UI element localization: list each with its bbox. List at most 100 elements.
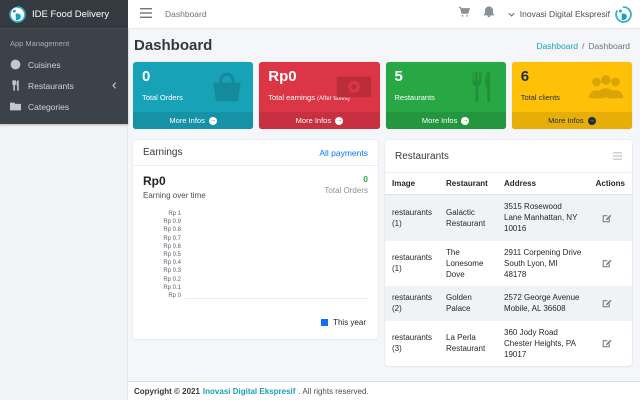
restaurants-panel: Restaurants Image Restaurant: [385, 140, 632, 366]
navbar-right: Inovasi Digital Ekspresif: [458, 5, 632, 23]
y-tick: Rp 0.2: [143, 276, 181, 284]
more-infos-label: More Infos: [169, 116, 204, 125]
sidebar-item-label: Restaurants: [28, 81, 74, 91]
column-header: Address: [497, 173, 589, 195]
breadcrumb: Dashboard / Dashboard: [536, 41, 630, 51]
y-tick: Rp 0.1: [143, 284, 181, 292]
edit-row-button[interactable]: [596, 338, 625, 348]
cell-actions: [589, 286, 632, 320]
column-header: Restaurant: [439, 173, 497, 195]
sidebar-item-restaurants[interactable]: Restaurants: [8, 75, 120, 96]
y-tick: Rp 0.8: [143, 226, 181, 234]
cart-button[interactable]: [458, 5, 470, 23]
chevron-left-icon: [111, 82, 118, 89]
legend-swatch: [321, 319, 328, 326]
cell-actions: [589, 195, 632, 241]
earnings-body: Rp0 Earning over time 0 Total Orders Rp …: [133, 166, 378, 339]
chevron-down-icon: [508, 11, 515, 18]
edit-row-button[interactable]: [596, 298, 625, 308]
chart-baseline: [185, 298, 368, 299]
breadcrumb-link-dashboard[interactable]: Dashboard: [536, 41, 578, 51]
all-payments-link[interactable]: All payments: [319, 148, 368, 158]
cell-address: 2572 George Avenue Mobile, AL 36608: [497, 286, 589, 320]
y-tick: Rp 0.3: [143, 267, 181, 275]
chart-legend: This year: [143, 318, 366, 327]
arrow-circle-right-icon: [588, 117, 596, 125]
panel-menu-button[interactable]: [613, 147, 622, 165]
page-content: Dashboard Dashboard / Dashboard 0 Total …: [128, 29, 640, 381]
column-header: Actions: [589, 173, 632, 195]
stat-card-body: 0 Total Orders: [133, 62, 253, 112]
restaurants-title: Restaurants: [395, 151, 449, 162]
money-bill-icon: [335, 70, 373, 104]
brand-logo-icon: [9, 6, 26, 23]
footer-rights: . All rights reserved.: [298, 387, 368, 396]
edit-icon: [602, 213, 612, 223]
cell-restaurant: Golden Palace: [439, 286, 497, 320]
stat-card-body: 6 Total clients: [512, 62, 632, 112]
sidebar-item-label: Cuisines: [28, 60, 61, 70]
page-title: Dashboard: [134, 37, 212, 54]
user-menu[interactable]: Inovasi Digital Ekspresif: [508, 6, 632, 23]
table-header-row: Image Restaurant Address Actions: [385, 173, 632, 195]
panels-row: Earnings All payments Rp0 Earning over t…: [133, 140, 632, 366]
cell-image: restaurants (1): [385, 195, 439, 241]
edit-icon: [602, 298, 612, 308]
y-tick: Rp 0.4: [143, 259, 181, 267]
cell-restaurant: The Lonesome Dove: [439, 241, 497, 287]
cell-address: 360 Jody Road Chester Heights, PA 19017: [497, 321, 589, 367]
footer-copyright: Copyright © 2021: [134, 387, 200, 396]
arrow-circle-right-icon: [335, 117, 343, 125]
app-window: IDE Food Delivery App Management Cuisine…: [0, 0, 640, 400]
more-infos-link[interactable]: More Infos: [259, 112, 379, 129]
orders-count-label: Total Orders: [324, 186, 368, 195]
y-tick: Rp 1: [143, 210, 181, 218]
cell-actions: [589, 241, 632, 287]
navbar-dashboard-link[interactable]: Dashboard: [165, 9, 207, 19]
sidebar-item-label: Categories: [28, 102, 69, 112]
edit-row-button[interactable]: [596, 213, 625, 223]
stat-card-total-clients: 6 Total clients More Infos: [512, 62, 632, 129]
sidebar-section-label: App Management: [8, 36, 120, 54]
utensils-icon: [10, 80, 21, 91]
legend-label: This year: [333, 318, 366, 327]
table-row: restaurants (2) Golden Palace 2572 Georg…: [385, 286, 632, 320]
brand-link[interactable]: IDE Food Delivery: [0, 0, 128, 29]
more-infos-link[interactable]: More Infos: [386, 112, 506, 129]
edit-icon: [602, 258, 612, 268]
folder-icon: [10, 101, 21, 112]
cell-image: restaurants (3): [385, 321, 439, 367]
cell-restaurant: Galactic Restaurant: [439, 195, 497, 241]
cell-address: 3515 Rosewood Lane Manhattan, NY 10016: [497, 195, 589, 241]
sidebar: IDE Food Delivery App Management Cuisine…: [0, 0, 128, 400]
stat-card-body: Rp0 Total earnings (After taxes): [259, 62, 379, 112]
avatar: [615, 6, 632, 23]
earnings-panel: Earnings All payments Rp0 Earning over t…: [133, 140, 378, 339]
restaurants-table: Image Restaurant Address Actions restaur…: [385, 173, 632, 366]
edit-row-button[interactable]: [596, 258, 625, 268]
stat-cards-row: 0 Total Orders More Infos Rp0 Total: [133, 62, 632, 129]
earnings-amount: Rp0: [143, 174, 206, 188]
more-infos-label: More Infos: [422, 116, 457, 125]
y-tick: Rp 0.9: [143, 218, 181, 226]
bars-icon: [613, 152, 622, 160]
sidebar-toggle[interactable]: [140, 5, 152, 23]
breadcrumb-separator: /: [582, 41, 584, 51]
more-infos-link[interactable]: More Infos: [133, 112, 253, 129]
utensils-icon: [461, 70, 499, 104]
stat-card-restaurants: 5 Restaurants More Infos: [386, 62, 506, 129]
more-infos-label: More Infos: [548, 116, 583, 125]
sidebar-item-categories[interactable]: Categories: [8, 96, 120, 117]
brand-title: IDE Food Delivery: [32, 9, 109, 20]
bell-icon: [483, 6, 495, 18]
y-tick: Rp 0: [143, 292, 181, 300]
earnings-chart: Rp 1 Rp 0.9 Rp 0.8 Rp 0.7 Rp 0.6 Rp 0.5 …: [143, 210, 368, 302]
more-infos-link[interactable]: More Infos: [512, 112, 632, 129]
notifications-button[interactable]: [483, 5, 495, 23]
cell-address: 2911 Corpening Drive South Lyon, MI 4817…: [497, 241, 589, 287]
footer-company-link[interactable]: Inovasi Digital Ekspresif: [203, 387, 295, 396]
arrow-circle-right-icon: [461, 117, 469, 125]
more-infos-label: More Infos: [296, 116, 331, 125]
sidebar-item-cuisines[interactable]: Cuisines: [8, 54, 120, 75]
hamburger-icon: [140, 8, 152, 18]
